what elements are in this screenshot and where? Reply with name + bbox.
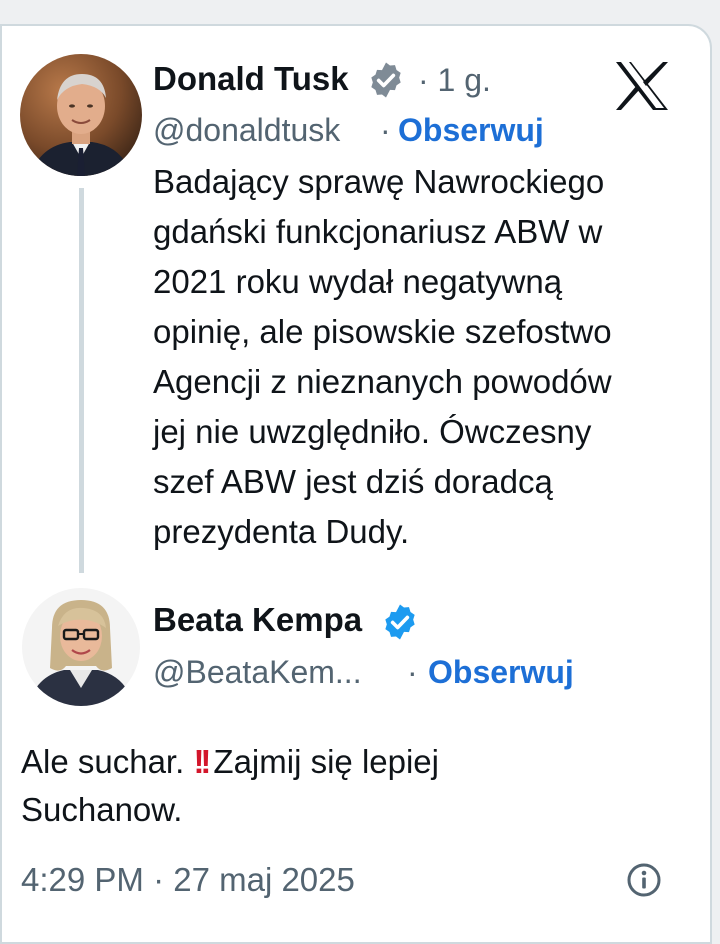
reply-text-line: Ale suchar. !! Zajmij się lepiej xyxy=(21,738,439,786)
post-timestamp[interactable]: 4:29 PM · 27 maj 2025 xyxy=(21,863,355,896)
post-relative-time[interactable]: · 1 g. xyxy=(418,64,491,96)
reply-text-line: Suchanow. xyxy=(21,791,183,828)
post-text-line: Agencji z nieznanych powodów xyxy=(153,363,612,400)
follow-button[interactable]: Obserwuj xyxy=(428,656,574,688)
handle-separator: · xyxy=(380,112,391,148)
x-logo-icon[interactable] xyxy=(614,60,670,112)
author-avatar-tusk[interactable] xyxy=(20,54,142,176)
author-handle[interactable]: @donaldtusk xyxy=(153,114,340,146)
info-icon[interactable] xyxy=(626,862,662,898)
post-text-line: opinię, ale pisowskie szefostwo xyxy=(153,313,612,350)
post-text-line: Badający sprawę Nawrockiego xyxy=(153,163,605,200)
verified-badge-icon xyxy=(366,60,406,100)
reply-text-start: Ale suchar. xyxy=(21,743,185,780)
handle-separator: · xyxy=(407,654,418,690)
post-text: Badający sprawę Nawrockiego gdański funk… xyxy=(153,157,612,557)
author-name[interactable]: Donald Tusk xyxy=(153,62,349,95)
follow-button[interactable]: Obserwuj xyxy=(398,114,544,146)
reply-text: Ale suchar. !! Zajmij się lepiej Suchanow… xyxy=(21,738,439,834)
thread-connector-line xyxy=(79,188,84,573)
post-text-line: gdański funkcjonariusz ABW w xyxy=(153,213,603,250)
post-text-line: szef ABW jest dziś doradcą xyxy=(153,463,553,500)
author-avatar-kempa[interactable] xyxy=(22,588,140,706)
author-handle[interactable]: @BeataKem... xyxy=(153,656,362,688)
post-text-line: prezydenta Dudy. xyxy=(153,513,410,550)
reply-text-end: Zajmij się lepiej xyxy=(213,743,439,780)
post-text-line: jej nie uwzględniło. Ówczesny xyxy=(153,413,592,450)
double-exclamation-emoji: !! xyxy=(193,743,211,780)
post-text-line: 2021 roku wydał negatywną xyxy=(153,263,563,300)
author-name[interactable]: Beata Kempa xyxy=(153,603,362,636)
verified-badge-icon xyxy=(380,602,420,642)
